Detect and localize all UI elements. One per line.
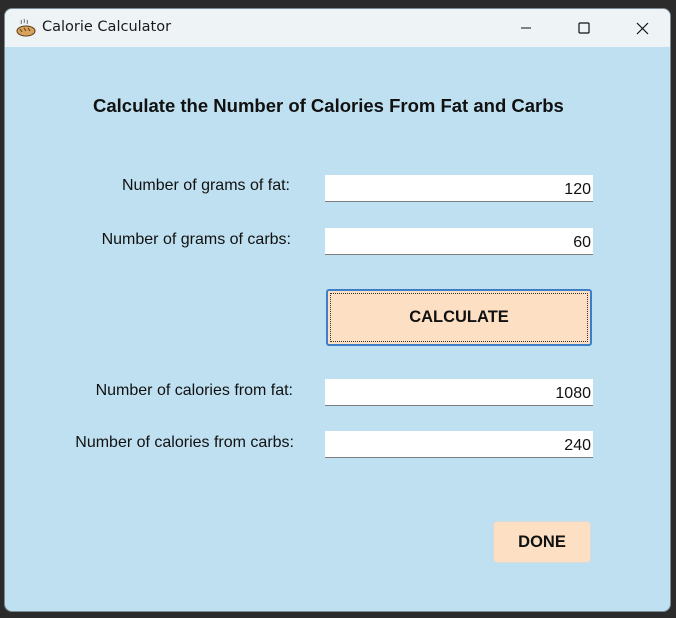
maximize-button[interactable] [555, 9, 613, 47]
bread-icon [16, 18, 36, 37]
app-window: Calorie Calculator Calculate the Number … [4, 8, 671, 612]
carbs-grams-label: Number of grams of carbs: [101, 231, 291, 248]
carbs-grams-input[interactable] [325, 228, 593, 255]
window-title: Calorie Calculator [42, 19, 172, 35]
calculate-button[interactable]: CALCULATE [326, 289, 592, 346]
carbs-calories-output[interactable] [325, 431, 593, 458]
fat-grams-input[interactable] [325, 175, 593, 202]
close-button[interactable] [613, 9, 670, 47]
maximize-icon [578, 22, 590, 34]
fat-calories-label: Number of calories from fat: [95, 382, 293, 399]
close-icon [636, 22, 648, 34]
carbs-calories-label: Number of calories from carbs: [75, 434, 294, 451]
page-heading: Calculate the Number of Calories From Fa… [93, 95, 564, 116]
calculate-button-label: CALCULATE [409, 308, 509, 326]
minimize-icon [521, 27, 531, 29]
fat-grams-label: Number of grams of fat: [121, 177, 290, 194]
minimize-button[interactable] [497, 9, 555, 47]
done-button[interactable]: DONE [493, 521, 591, 563]
fat-calories-output[interactable] [325, 379, 593, 406]
title-bar[interactable]: Calorie Calculator [5, 9, 670, 47]
